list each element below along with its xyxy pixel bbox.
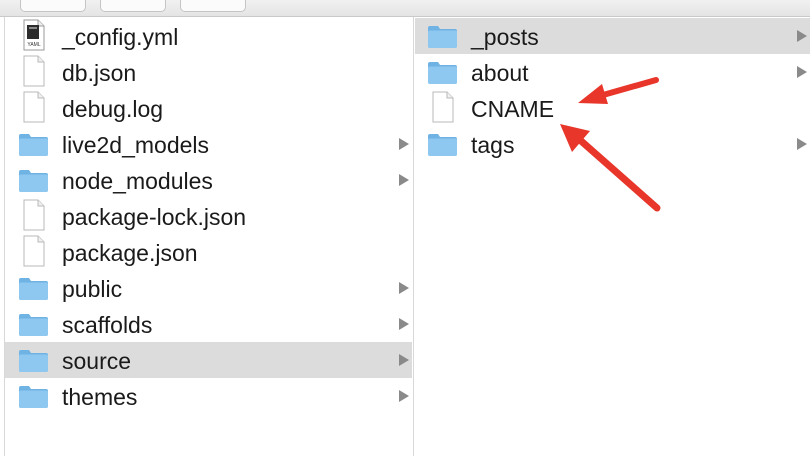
document-icon bbox=[427, 91, 458, 123]
toolbar-button[interactable] bbox=[20, 0, 86, 12]
finder-column-source: _postsabout CNAME tags bbox=[415, 17, 810, 456]
disclosure-arrow-icon[interactable] bbox=[399, 390, 409, 402]
item-label: public bbox=[62, 276, 123, 302]
item-label: tags bbox=[471, 132, 515, 158]
list-item[interactable]: scaffolds bbox=[5, 306, 412, 342]
item-label: live2d_models bbox=[62, 132, 210, 158]
list-item[interactable]: db.json bbox=[5, 54, 412, 90]
disclosure-arrow-icon[interactable] bbox=[399, 318, 409, 330]
item-label: _config.yml bbox=[62, 24, 179, 50]
folder-icon bbox=[18, 166, 49, 194]
list-item[interactable]: debug.log bbox=[5, 90, 412, 126]
list-item[interactable]: themes bbox=[5, 378, 412, 414]
item-label: CNAME bbox=[471, 96, 555, 122]
item-label: source bbox=[62, 348, 132, 374]
item-label: db.json bbox=[62, 60, 137, 86]
list-item[interactable]: live2d_models bbox=[5, 126, 412, 162]
disclosure-arrow-icon[interactable] bbox=[399, 174, 409, 186]
toolbar-button[interactable] bbox=[100, 0, 166, 12]
toolbar bbox=[0, 0, 810, 17]
list-item[interactable]: CNAME bbox=[415, 90, 810, 126]
folder-icon bbox=[427, 130, 458, 158]
folder-icon bbox=[18, 346, 49, 374]
svg-text:YAML: YAML bbox=[27, 42, 40, 48]
list-item[interactable]: _posts bbox=[415, 18, 810, 54]
column-divider[interactable] bbox=[413, 17, 414, 456]
list-item[interactable]: tags bbox=[415, 126, 810, 162]
item-label: scaffolds bbox=[62, 312, 153, 338]
toolbar-button[interactable] bbox=[180, 0, 246, 12]
document-icon bbox=[18, 235, 49, 267]
disclosure-arrow-icon[interactable] bbox=[797, 66, 807, 78]
finder-column-root: YAML _config.yml db.json debug.log live2d_mo… bbox=[5, 17, 412, 456]
item-label: about bbox=[471, 60, 529, 86]
folder-icon bbox=[18, 274, 49, 302]
disclosure-arrow-icon[interactable] bbox=[399, 282, 409, 294]
item-label: node_modules bbox=[62, 168, 213, 194]
item-label: themes bbox=[62, 384, 138, 410]
list-item[interactable]: public bbox=[5, 270, 412, 306]
yaml-file-icon: YAML bbox=[18, 19, 49, 51]
folder-icon bbox=[427, 22, 458, 50]
list-item[interactable]: node_modules bbox=[5, 162, 412, 198]
list-item[interactable]: source bbox=[5, 342, 412, 378]
disclosure-arrow-icon[interactable] bbox=[399, 138, 409, 150]
document-icon bbox=[18, 199, 49, 231]
list-item[interactable]: about bbox=[415, 54, 810, 90]
list-item[interactable]: package.json bbox=[5, 234, 412, 270]
item-label: _posts bbox=[471, 24, 539, 50]
folder-icon bbox=[18, 130, 49, 158]
disclosure-arrow-icon[interactable] bbox=[399, 354, 409, 366]
list-item[interactable]: YAML _config.yml bbox=[5, 18, 412, 54]
disclosure-arrow-icon[interactable] bbox=[797, 138, 807, 150]
folder-icon bbox=[18, 382, 49, 410]
list-item[interactable]: package-lock.json bbox=[5, 198, 412, 234]
document-icon bbox=[18, 91, 49, 123]
item-label: package-lock.json bbox=[62, 204, 247, 230]
disclosure-arrow-icon[interactable] bbox=[797, 30, 807, 42]
folder-icon bbox=[427, 58, 458, 86]
folder-icon bbox=[18, 310, 49, 338]
item-label: package.json bbox=[62, 240, 198, 266]
item-label: debug.log bbox=[62, 96, 164, 122]
document-icon bbox=[18, 55, 49, 87]
